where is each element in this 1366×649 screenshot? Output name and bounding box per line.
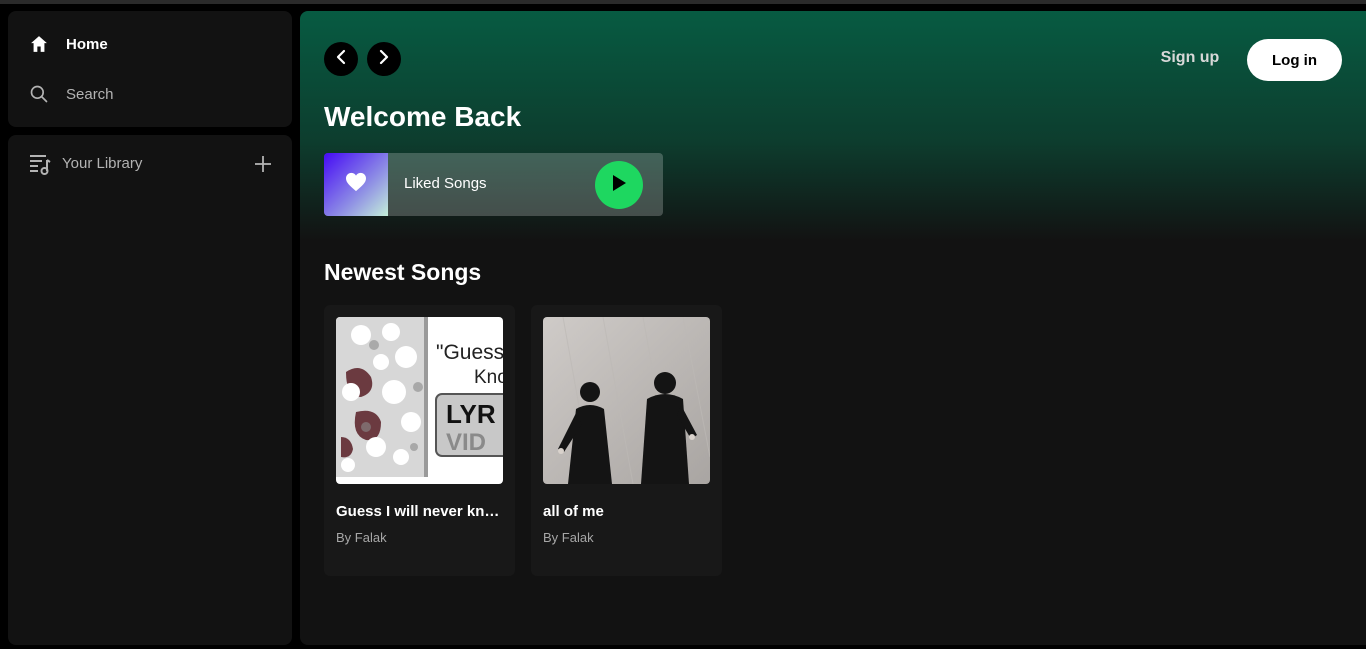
plus-icon[interactable]	[251, 152, 275, 176]
sidebar-nav: Home Search	[8, 11, 292, 127]
nav-home-label: Home	[66, 35, 108, 53]
song-title: all of me	[543, 503, 604, 520]
nav-home[interactable]: Home	[8, 24, 292, 64]
main-content: Sign up Log in Welcome Back Liked Songs …	[300, 11, 1366, 645]
play-button[interactable]	[595, 161, 643, 209]
song-cover-image	[543, 317, 710, 484]
song-artist: By Falak	[336, 530, 387, 545]
song-card[interactable]: "Guess I' Kno LYR VID Guess I will never…	[324, 305, 515, 576]
window-top-border	[0, 0, 1366, 4]
song-card[interactable]: all of me By Falak	[531, 305, 722, 576]
nav-search[interactable]: Search	[8, 74, 292, 114]
back-button[interactable]	[324, 42, 358, 76]
cover-text-line3: LYR	[446, 399, 496, 429]
chevron-left-icon	[334, 49, 348, 70]
library-header[interactable]: Your Library	[8, 149, 292, 179]
song-artist: By Falak	[543, 530, 594, 545]
song-title: Guess I will never know	[336, 503, 503, 520]
cover-text-line1: "Guess I'	[436, 341, 503, 364]
library-icon	[28, 152, 52, 176]
login-button[interactable]: Log in	[1247, 39, 1342, 81]
chevron-right-icon	[377, 49, 391, 70]
nav-search-label: Search	[66, 85, 114, 103]
section-title-newest: Newest Songs	[324, 259, 482, 285]
forward-button[interactable]	[367, 42, 401, 76]
liked-songs-card[interactable]: Liked Songs	[324, 153, 663, 216]
library-panel: Your Library	[8, 135, 292, 645]
liked-songs-art	[324, 153, 388, 216]
search-icon	[28, 83, 50, 105]
liked-songs-label: Liked Songs	[404, 175, 487, 192]
song-cover-image: "Guess I' Kno LYR VID	[336, 317, 503, 484]
signup-button[interactable]: Sign up	[1150, 49, 1230, 71]
library-label: Your Library	[62, 155, 143, 172]
cover-text-line2: Kno	[474, 367, 503, 388]
home-icon	[28, 33, 50, 55]
cover-text-line4: VID	[446, 429, 486, 456]
page-title: Welcome Back	[324, 101, 522, 132]
play-icon	[611, 174, 627, 197]
heart-icon	[345, 172, 367, 197]
